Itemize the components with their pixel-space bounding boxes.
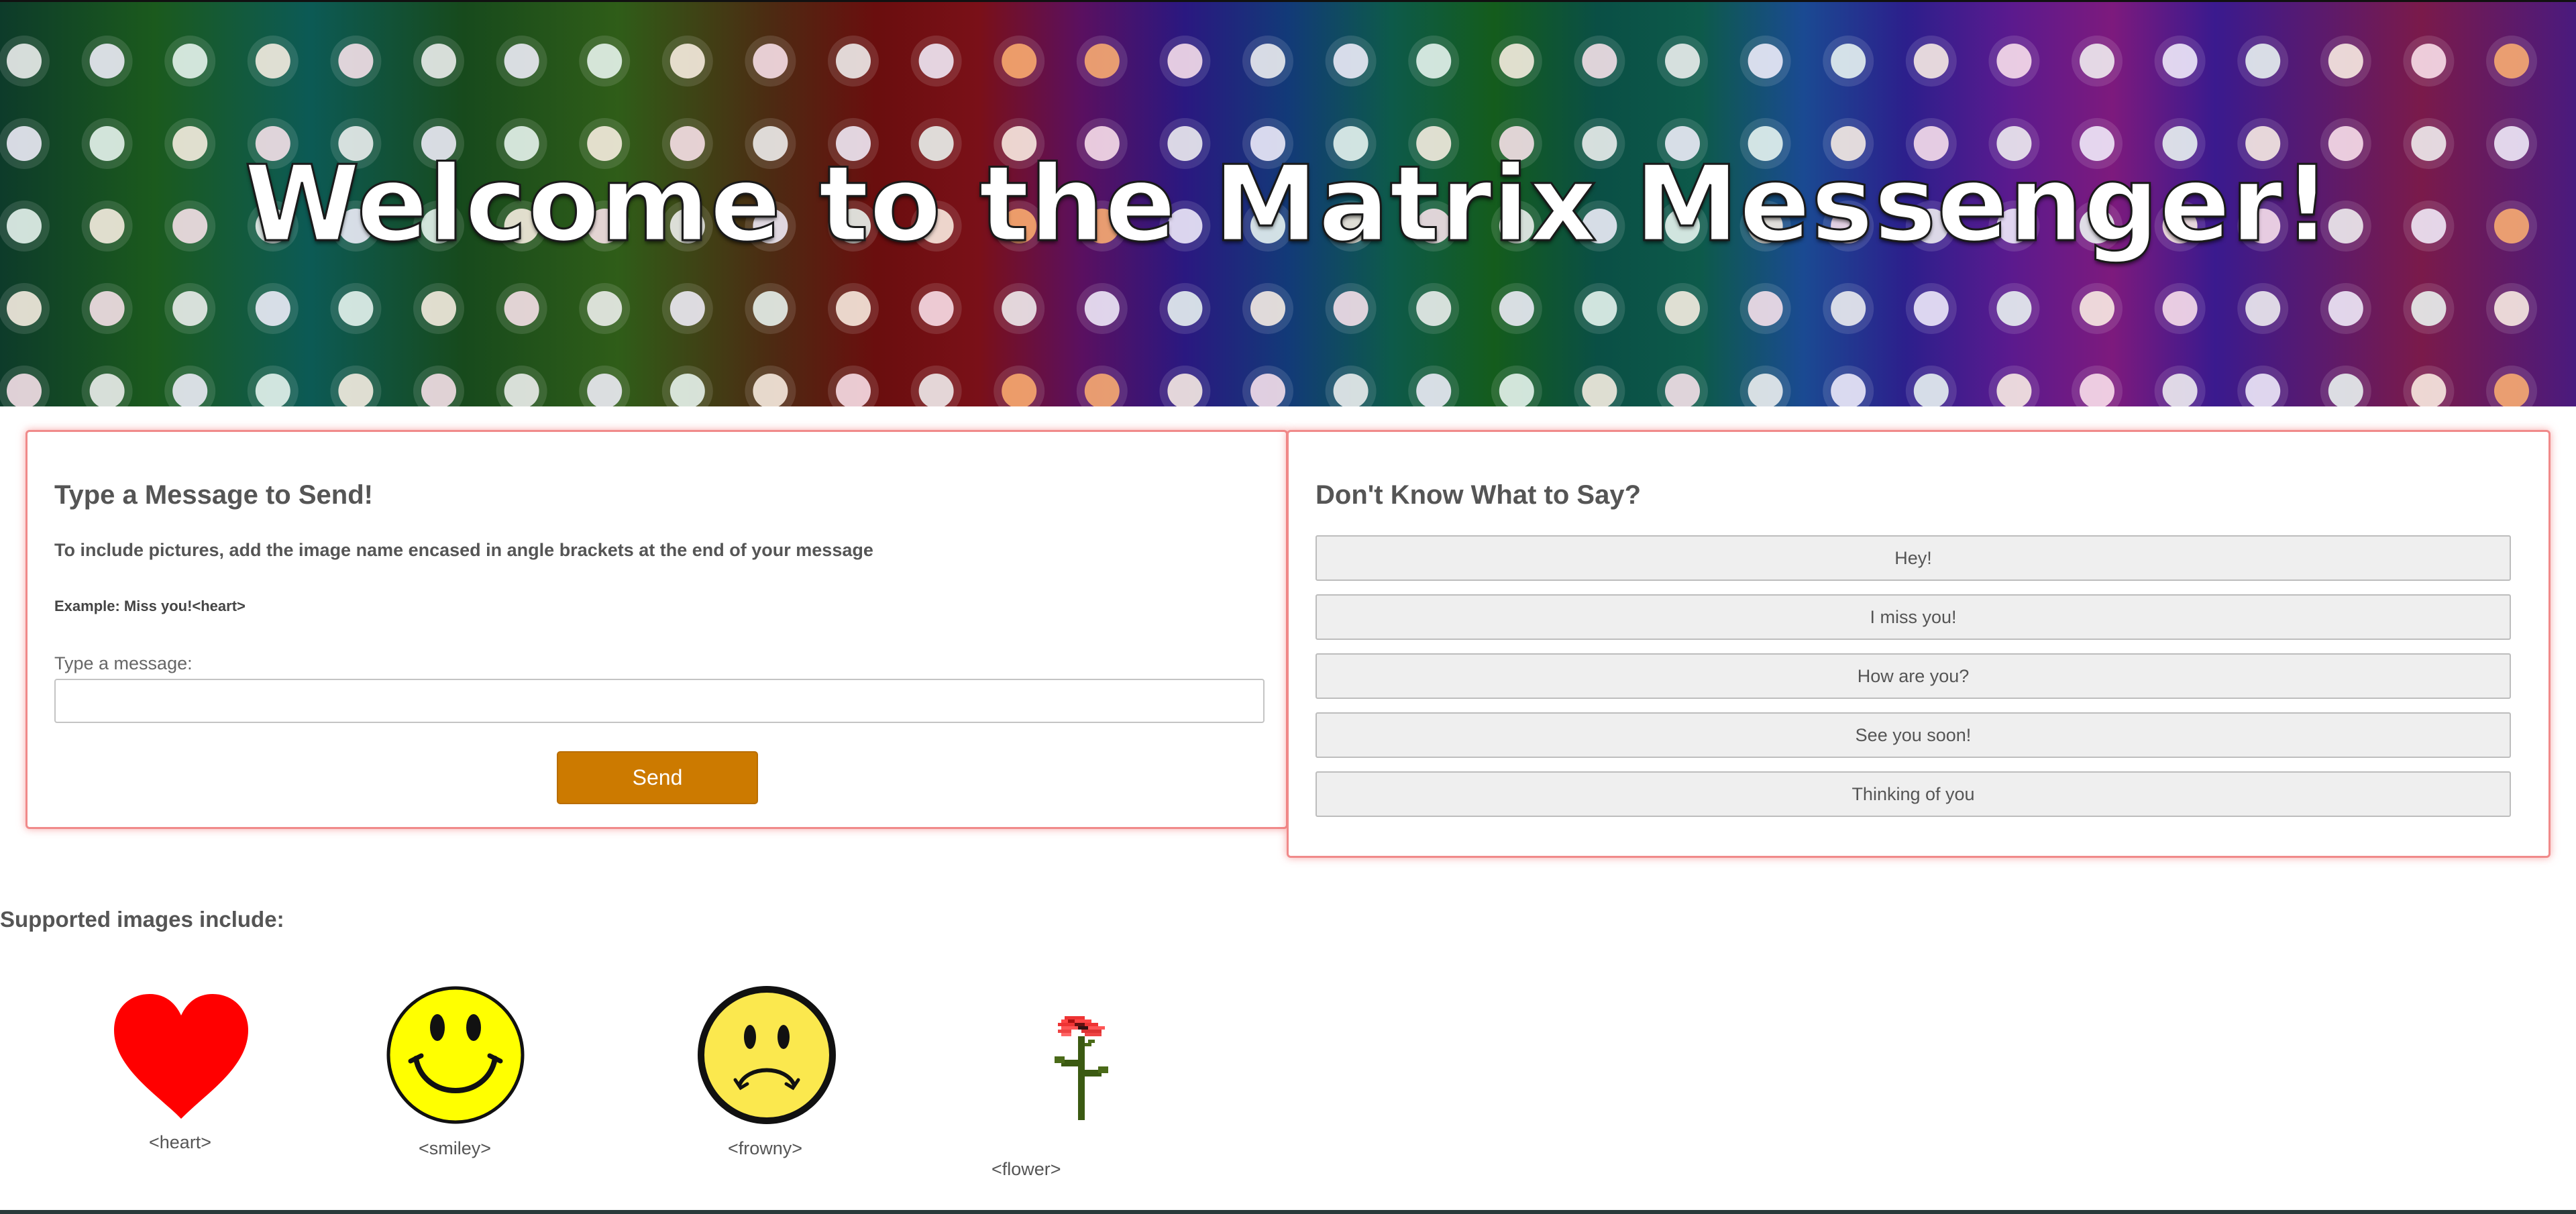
suggestion-button-miss-you[interactable]: I miss you!	[1316, 594, 2511, 640]
suggestions-heading: Don't Know What to Say?	[1316, 480, 1642, 510]
send-button[interactable]: Send	[557, 751, 758, 804]
suggestions-panel: Don't Know What to Say? Hey! I miss you!…	[1287, 430, 2551, 858]
page-title: Welcome to the Matrix Messenger!	[244, 142, 2332, 266]
compose-instructions: To include pictures, add the image name …	[54, 540, 873, 560]
compose-panel: Type a Message to Send! To include pictu…	[25, 430, 1288, 829]
suggestion-button-hey[interactable]: Hey!	[1316, 535, 2511, 581]
header-banner: Welcome to the Matrix Messenger!	[0, 0, 2576, 406]
compose-example: Example: Miss you!<heart>	[54, 598, 246, 614]
smiley-icon	[386, 986, 525, 1127]
heart-caption: <heart>	[149, 1132, 212, 1152]
supported-images-heading: Supported images include:	[0, 907, 284, 932]
suggestion-button-how-are-you[interactable]: How are you?	[1316, 653, 2511, 699]
compose-heading: Type a Message to Send!	[54, 480, 373, 510]
heart-icon	[111, 993, 252, 1123]
frowny-caption: <frowny>	[728, 1138, 803, 1158]
message-label: Type a message:	[54, 653, 193, 673]
flower-caption: <flower>	[991, 1159, 1061, 1179]
bottom-divider	[0, 1210, 2576, 1214]
frowny-icon	[698, 986, 836, 1127]
suggestion-button-see-you-soon[interactable]: See you soon!	[1316, 712, 2511, 758]
message-input[interactable]	[54, 679, 1265, 723]
smiley-caption: <smiley>	[419, 1138, 492, 1158]
flower-icon	[1055, 1016, 1108, 1123]
suggestion-button-thinking-of-you[interactable]: Thinking of you	[1316, 771, 2511, 817]
